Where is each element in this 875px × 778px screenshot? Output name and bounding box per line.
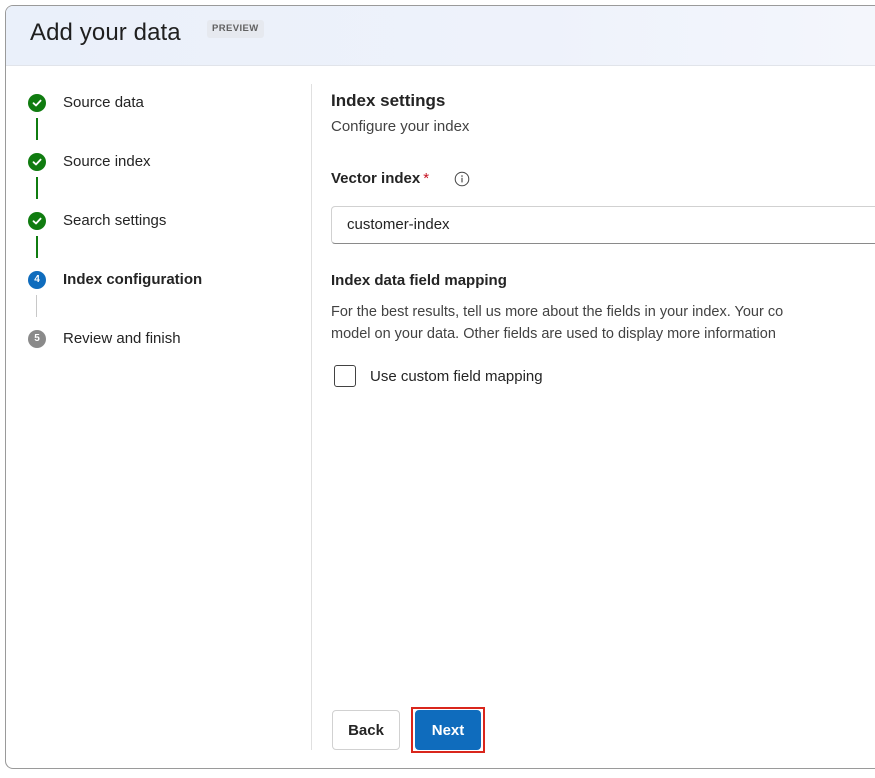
required-marker: * <box>423 170 430 187</box>
section-subtitle: Configure your index <box>331 118 470 135</box>
checkmark-icon <box>28 94 46 112</box>
add-data-panel: Add your data PREVIEW Source data Source… <box>5 5 875 769</box>
step-label: Index configuration <box>63 271 203 288</box>
page-title: Add your data <box>30 19 181 46</box>
preview-badge: PREVIEW <box>207 20 264 38</box>
step-label: Review and finish <box>63 330 181 347</box>
field-mapping-title: Index data field mapping <box>331 272 507 289</box>
step-connector <box>36 177 38 199</box>
custom-field-mapping-checkbox[interactable] <box>334 365 356 387</box>
vector-index-dropdown[interactable]: customer-index <box>331 206 875 244</box>
wizard-steps: Source data Source index Search settings… <box>6 66 311 768</box>
step-number-icon: 4 <box>28 271 46 289</box>
step-number-icon: 5 <box>28 330 46 348</box>
step-connector <box>36 236 38 258</box>
vector-index-label: Vector index * <box>331 170 429 187</box>
next-button[interactable]: Next <box>415 710 481 750</box>
panel-header: Add your data PREVIEW <box>6 6 875 66</box>
checkbox-label: Use custom field mapping <box>370 368 543 385</box>
info-icon[interactable] <box>454 171 470 187</box>
section-title: Index settings <box>331 91 446 110</box>
checkmark-icon <box>28 212 46 230</box>
back-button[interactable]: Back <box>332 710 400 750</box>
step-connector <box>36 295 37 317</box>
step-label: Search settings <box>63 212 167 229</box>
index-settings-section: Index settings Configure your index Vect… <box>331 66 875 768</box>
step-connector <box>36 118 38 140</box>
checkmark-icon <box>28 153 46 171</box>
step-label: Source index <box>63 153 151 170</box>
description-line: model on your data. Other fields are use… <box>331 326 776 342</box>
field-mapping-description: For the best results, tell us more about… <box>331 301 875 345</box>
vector-index-label-text: Vector index <box>331 170 421 187</box>
step-label: Source data <box>63 94 144 111</box>
description-line: For the best results, tell us more about… <box>331 304 784 320</box>
vertical-divider <box>311 84 312 750</box>
